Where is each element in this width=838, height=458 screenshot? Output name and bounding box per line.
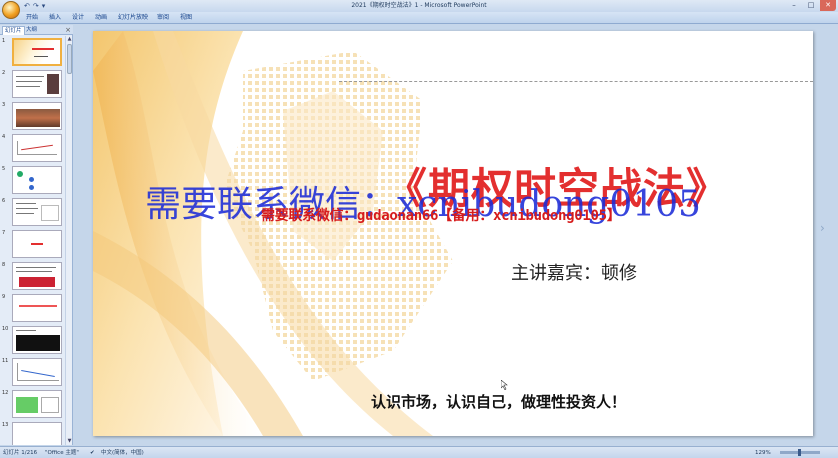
presenter-text[interactable]: 主讲嘉宾：顿修 (511, 259, 637, 285)
thumbnail-row[interactable]: 9 (0, 294, 66, 324)
slide-thumbnail[interactable] (12, 230, 62, 258)
tab-insert[interactable]: 插入 (49, 13, 61, 23)
close-button[interactable]: ✕ (820, 0, 836, 11)
slide-thumbnail[interactable] (12, 70, 62, 98)
thumbnail-row[interactable]: 5 (0, 166, 66, 196)
slide-number: 12 (2, 390, 9, 396)
spelling-check-icon[interactable]: ✔ (90, 448, 95, 458)
language-indicator[interactable]: 中文(简体，中国) (101, 448, 144, 458)
slide-thumbnail[interactable] (12, 358, 62, 386)
thumbnail-row[interactable]: 4 (0, 134, 66, 164)
tab-view[interactable]: 视图 (180, 13, 192, 23)
status-bar: 幻灯片 1/216 "Office 主题" ✔ 中文(简体，中国) 129% (0, 446, 838, 458)
slide-number: 3 (2, 102, 6, 108)
slide-editor: 《期权时空战法》 需要联系微信：xcnibudong0105 需要联系微信：gu… (74, 25, 838, 445)
tab-outline[interactable]: 大纲 (26, 26, 37, 34)
thumbnail-row[interactable]: 8 (0, 262, 66, 292)
zoom-slider-knob[interactable] (798, 449, 801, 456)
slide-thumbnail[interactable] (12, 102, 62, 130)
slide-thumbnail[interactable] (12, 326, 62, 354)
maximize-button[interactable]: □ (803, 0, 819, 11)
slide-thumbnail[interactable] (12, 294, 62, 322)
slides-pane: 幻灯片 大纲 × 1 2 3 4 5 6 7 8 9 10 11 12 13 ▲… (0, 25, 73, 445)
close-pane-icon[interactable]: × (65, 25, 71, 35)
slide-number: 4 (2, 134, 6, 140)
tab-home[interactable]: 开始 (26, 13, 38, 23)
tab-slides[interactable]: 幻灯片 (2, 26, 25, 35)
scroll-up-icon[interactable]: ▲ (66, 36, 73, 43)
slide-number: 1 (2, 38, 6, 44)
thumbnail-row[interactable]: 2 (0, 70, 66, 100)
tab-slide-show[interactable]: 幻灯片放映 (118, 13, 148, 23)
thumbnail-row[interactable]: 10 (0, 326, 66, 356)
slide-thumbnail[interactable] (12, 166, 62, 194)
slide-number: 5 (2, 166, 6, 172)
scroll-down-icon[interactable]: ▼ (66, 438, 73, 445)
window-title: 2021《期权时空战法》1 - Microsoft PowerPoint (351, 2, 487, 9)
slogan-text[interactable]: 认识市场，认识自己，做理性投资人！ (371, 391, 626, 412)
pane-tabs: 幻灯片 大纲 × (0, 25, 73, 35)
slide-thumbnail[interactable] (12, 262, 62, 290)
slide-background (93, 31, 813, 436)
thumbnail-row[interactable]: 12 (0, 390, 66, 420)
thumbnail-row[interactable]: 3 (0, 102, 66, 132)
office-button[interactable] (2, 1, 20, 19)
window-controls: – □ ✕ (786, 0, 836, 12)
slide-thumbnail[interactable] (12, 38, 62, 66)
powerpoint-window: ↶ ↷ ▾ 2021《期权时空战法》1 - Microsoft PowerPoi… (0, 0, 838, 458)
slide-number: 8 (2, 262, 6, 268)
thumbnail-row[interactable]: 1 (0, 38, 66, 68)
theme-name: "Office 主题" (45, 450, 79, 456)
next-slide-arrow-icon[interactable]: › (820, 221, 825, 235)
slide-thumbnail[interactable] (12, 198, 62, 226)
zoom-level[interactable]: 129% (755, 448, 771, 458)
tab-review[interactable]: 审阅 (157, 13, 169, 23)
slide-thumbnail[interactable] (12, 422, 62, 445)
ribbon-tabs: 开始 插入 设计 动画 幻灯片放映 审阅 视图 (0, 12, 838, 24)
slide-number: 13 (2, 422, 9, 428)
thumbnail-row[interactable]: 6 (0, 198, 66, 228)
thumbnail-row[interactable]: 11 (0, 358, 66, 388)
slide-number: 9 (2, 294, 6, 300)
minimize-button[interactable]: – (786, 0, 802, 11)
tab-animations[interactable]: 动画 (95, 13, 107, 23)
pane-scrollbar[interactable]: ▲ ▼ (65, 36, 72, 445)
thumbnail-row[interactable]: 13 (0, 422, 66, 445)
slide-number: 6 (2, 198, 6, 204)
slide-thumbnail[interactable] (12, 390, 62, 418)
slide-number: 11 (2, 358, 9, 364)
tab-design[interactable]: 设计 (72, 13, 84, 23)
slide-number: 7 (2, 230, 6, 236)
title-bar: ↶ ↷ ▾ 2021《期权时空战法》1 - Microsoft PowerPoi… (0, 0, 838, 12)
thumbnail-row[interactable]: 7 (0, 230, 66, 260)
header-divider (339, 81, 813, 82)
scroll-thumb[interactable] (67, 44, 72, 74)
slide-number: 2 (2, 70, 6, 76)
watermark-overlay-red: 需要联系微信：gudaonan66【备用：xcnibudong0105】 (261, 208, 621, 224)
current-slide[interactable]: 《期权时空战法》 需要联系微信：xcnibudong0105 需要联系微信：gu… (93, 31, 813, 436)
slide-thumbnail[interactable] (12, 134, 62, 162)
zoom-slider[interactable] (780, 449, 820, 456)
slide-thumbnails: 1 2 3 4 5 6 7 8 9 10 11 12 13 (0, 36, 66, 445)
slide-number: 10 (2, 326, 9, 332)
slide-count: 幻灯片 1/216 (3, 450, 38, 456)
mouse-cursor-icon (501, 380, 508, 390)
